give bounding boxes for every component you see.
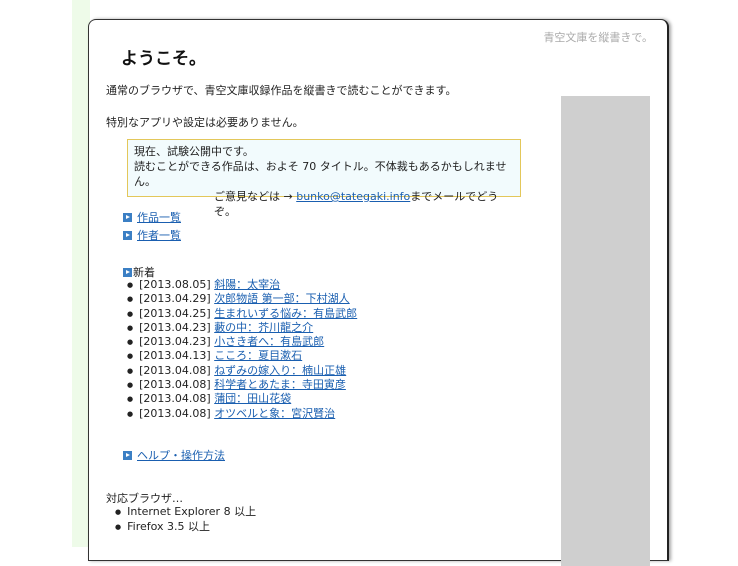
list-item: [2013.04.08] 蒲団：田山花袋 <box>127 392 357 406</box>
news-link[interactable]: 生まれいずる悩み：有島武郎 <box>214 307 357 320</box>
news-link[interactable]: 蒲団：田山花袋 <box>214 392 291 405</box>
sidebar-placeholder <box>561 96 650 566</box>
list-item: Internet Explorer 8 以上 <box>115 505 256 520</box>
news-link[interactable]: 斜陽：太宰治 <box>214 278 280 291</box>
news-date: [2013.04.08] <box>139 406 211 420</box>
list-item: [2013.04.23] 小さき者へ：有島武郎 <box>127 335 357 349</box>
list-item: [2013.04.25] 生まれいずる悩み：有島武郎 <box>127 307 357 321</box>
news-link[interactable]: 小さき者へ：有島武郎 <box>214 335 324 348</box>
news-date: [2013.08.05] <box>139 278 211 291</box>
page-title: ようこそ。 <box>121 49 206 69</box>
contact-email-link[interactable]: bunko@tategaki.info <box>296 190 410 203</box>
arrow-icon <box>123 231 132 240</box>
news-link[interactable]: 科学者とあたま：寺田寅彦 <box>214 378 346 391</box>
notice-contact: ご意見などは → bunko@tategaki.infoまでメールでどうぞ。 <box>134 189 520 219</box>
list-item: [2013.04.23] 藪の中：芥川龍之介 <box>127 321 357 335</box>
site-tagline: 青空文庫を縦書きで。 <box>543 31 653 44</box>
list-item: [2013.04.08] 科学者とあたま：寺田寅彦 <box>127 378 357 392</box>
news-date: [2013.04.08] <box>139 392 211 406</box>
news-date: [2013.04.08] <box>139 363 211 377</box>
news-list: [2013.08.05] 斜陽：太宰治 [2013.04.29] 次郎物語 第一… <box>127 278 357 421</box>
notice-line-1: 現在、試験公開中です。 <box>134 145 254 158</box>
intro-text-2: 特別なアプリや設定は必要ありません。 <box>106 116 304 129</box>
contact-prefix: ご意見などは → <box>214 190 297 203</box>
browsers-label: 対応ブラウザ… <box>106 492 183 505</box>
list-item: [2013.08.05] 斜陽：太宰治 <box>127 278 357 292</box>
arrow-icon <box>123 268 132 277</box>
list-item: [2013.04.08] オツベルと象：宮沢賢治 <box>127 407 357 421</box>
arrow-icon <box>123 213 132 222</box>
news-link[interactable]: こころ：夏目漱石 <box>214 349 302 362</box>
arrow-icon <box>123 451 132 460</box>
news-date: [2013.04.29] <box>139 292 211 306</box>
help-link[interactable]: ヘルプ・操作方法 <box>137 449 225 462</box>
notice-box: 現在、試験公開中です。 読むことができる作品は、およそ 70 タイトル。不体裁も… <box>127 139 521 218</box>
intro-text-1: 通常のブラウザで、青空文庫収録作品を縦書きで読むことができます。 <box>106 84 457 97</box>
nav-works: 作品一覧 <box>123 209 181 225</box>
news-link[interactable]: ねずみの嫁入り：楠山正雄 <box>214 364 346 377</box>
nav-authors: 作者一覧 <box>123 227 181 243</box>
main-panel: 青空文庫を縦書きで。 ようこそ。 通常のブラウザで、青空文庫収録作品を縦書きで読… <box>88 19 669 566</box>
news-date: [2013.04.23] <box>139 320 211 334</box>
news-date: [2013.04.13] <box>139 349 211 363</box>
notice-line-2: 読むことができる作品は、およそ 70 タイトル。不体裁もあるかもしれません。 <box>134 160 507 188</box>
list-item: [2013.04.08] ねずみの嫁入り：楠山正雄 <box>127 364 357 378</box>
list-item: Firefox 3.5 以上 <box>115 520 256 535</box>
news-link[interactable]: オツベルと象：宮沢賢治 <box>214 407 335 420</box>
nav-help: ヘルプ・操作方法 <box>123 447 225 463</box>
news-date: [2013.04.25] <box>139 306 211 320</box>
browsers-list: Internet Explorer 8 以上 Firefox 3.5 以上 <box>115 505 256 534</box>
works-list-link[interactable]: 作品一覧 <box>137 211 181 224</box>
news-date: [2013.04.08] <box>139 378 211 392</box>
news-date: [2013.04.23] <box>139 335 211 349</box>
news-link[interactable]: 藪の中：芥川龍之介 <box>214 321 313 334</box>
authors-list-link[interactable]: 作者一覧 <box>137 229 181 242</box>
news-link[interactable]: 次郎物語 第一部：下村湖人 <box>214 292 350 305</box>
list-item: [2013.04.29] 次郎物語 第一部：下村湖人 <box>127 292 357 306</box>
list-item: [2013.04.13] こころ：夏目漱石 <box>127 349 357 363</box>
